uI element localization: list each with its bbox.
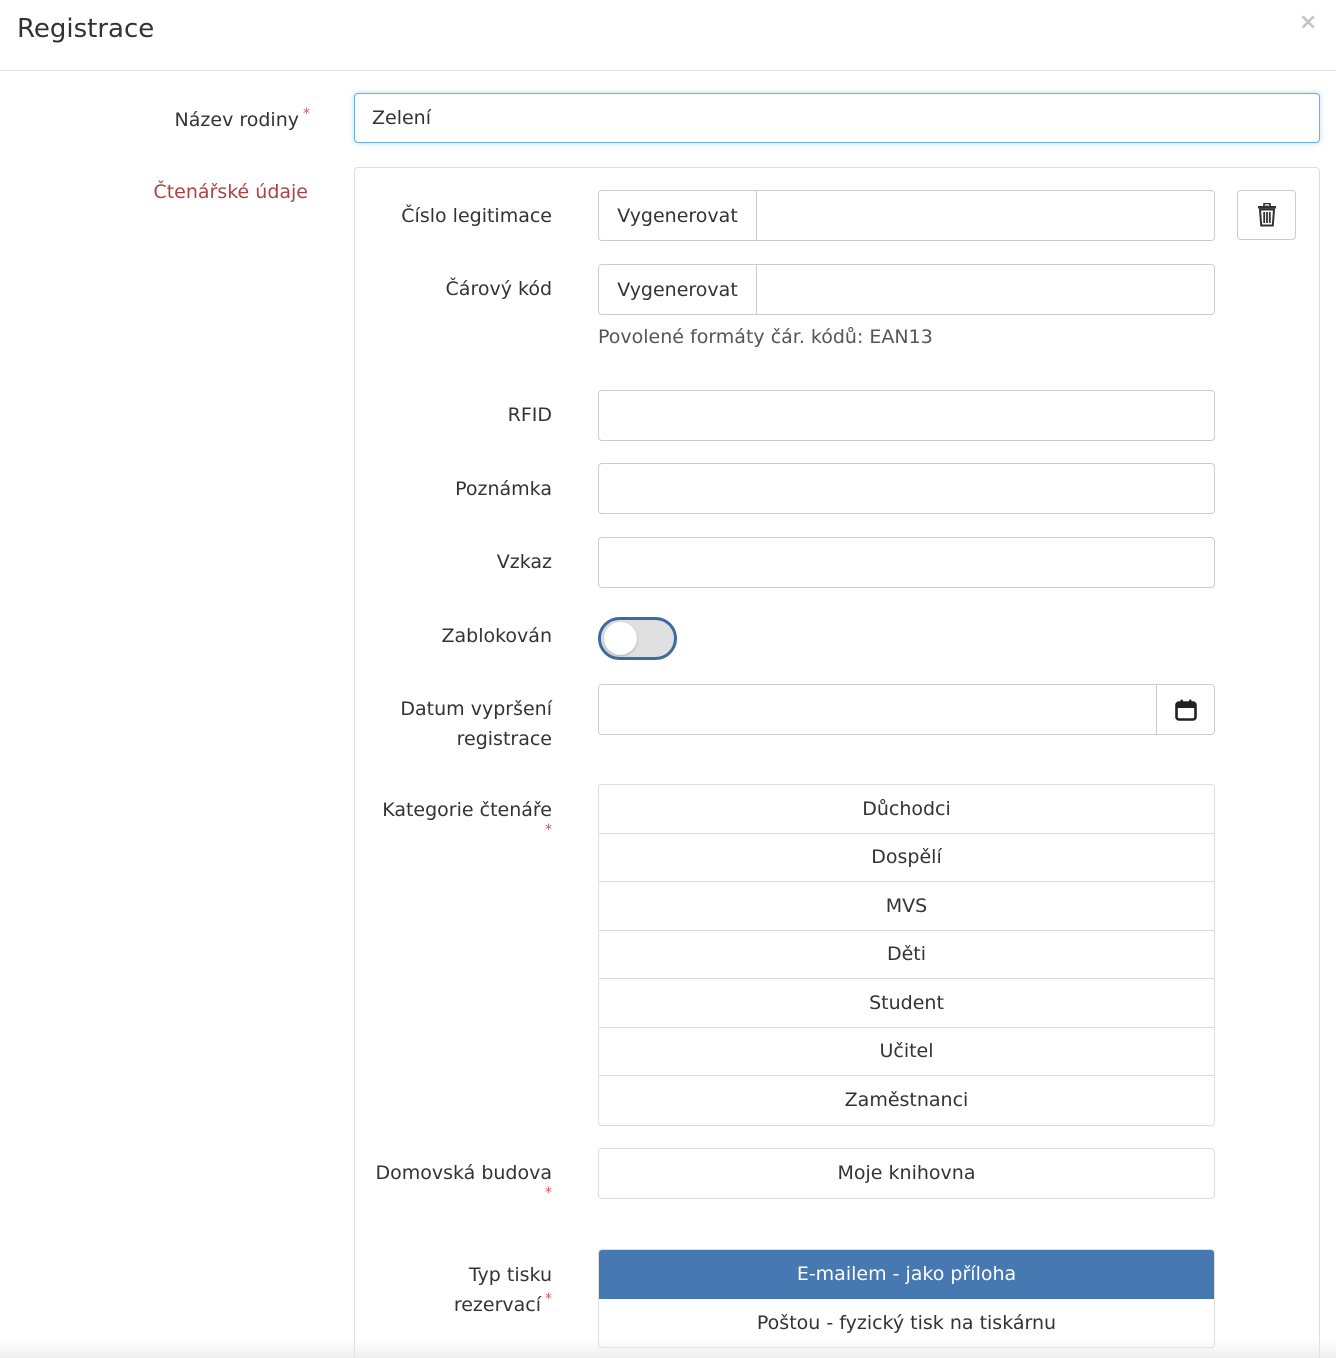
barcode-group: Vygenerovat	[598, 264, 1215, 315]
category-option[interactable]: Student	[599, 979, 1214, 1028]
home-building-label: Domovská budova *	[72, 1158, 552, 1201]
expiry-date-group	[598, 684, 1215, 735]
required-mark: *	[545, 1185, 552, 1201]
generate-barcode-button[interactable]: Vygenerovat	[599, 265, 757, 314]
barcode-label: Čárový kód	[445, 278, 552, 300]
barcode-help-text: Povolené formáty čár. kódů: EAN13	[598, 326, 933, 348]
calendar-icon	[1174, 699, 1197, 721]
modal-header: Registrace ×	[0, 0, 1336, 71]
building-option[interactable]: Moje knihovna	[599, 1149, 1214, 1198]
note-input[interactable]	[598, 463, 1215, 514]
required-mark: *	[545, 1291, 552, 1307]
toggle-knob	[604, 622, 637, 655]
category-option[interactable]: Důchodci	[599, 785, 1214, 834]
print-type-list: E-mailem - jako příloha Poštou - fyzický …	[598, 1249, 1215, 1348]
note-label: Poznámka	[455, 478, 552, 500]
barcode-input[interactable]	[757, 265, 1214, 314]
category-list: Důchodci Dospělí MVS Děti Student Učitel Zaměs…	[598, 784, 1215, 1126]
category-option[interactable]: Učitel	[599, 1028, 1214, 1076]
required-mark: *	[545, 822, 552, 838]
blocked-toggle[interactable]	[598, 617, 677, 660]
home-building-list: Moje knihovna	[598, 1148, 1215, 1199]
rfid-input[interactable]	[598, 390, 1215, 441]
card-number-label: Číslo legitimace	[401, 205, 552, 227]
card-number-input[interactable]	[757, 191, 1214, 240]
family-name-input[interactable]	[354, 93, 1320, 143]
print-type-label: Typ tisku rezervací *	[453, 1264, 552, 1316]
calendar-button[interactable]	[1156, 685, 1214, 734]
category-option[interactable]: Děti	[599, 931, 1214, 979]
generate-card-number-button[interactable]: Vygenerovat	[599, 191, 757, 240]
close-icon[interactable]: ×	[1299, 11, 1317, 35]
blocked-label: Zablokován	[441, 625, 552, 647]
message-input[interactable]	[598, 537, 1215, 588]
expiry-label: Datum vypršení registrace	[400, 698, 552, 750]
rfid-label: RFID	[507, 404, 552, 426]
category-label: Kategorie čtenáře *	[72, 795, 552, 838]
category-option[interactable]: Zaměstnanci	[599, 1076, 1214, 1125]
family-name-label: Název rodiny *	[174, 106, 310, 131]
modal-title: Registrace	[17, 14, 155, 44]
trash-icon	[1257, 203, 1276, 227]
message-label: Vzkaz	[496, 551, 552, 573]
delete-button[interactable]	[1237, 190, 1296, 240]
card-number-group: Vygenerovat	[598, 190, 1215, 241]
expiry-date-input[interactable]	[599, 685, 1156, 734]
required-mark: *	[303, 106, 310, 122]
print-type-option[interactable]: E-mailem - jako příloha	[599, 1250, 1214, 1299]
category-option[interactable]: MVS	[599, 882, 1214, 931]
print-type-option[interactable]: Poštou - fyzický tisk na tiskárnu	[599, 1299, 1214, 1348]
category-option[interactable]: Dospělí	[599, 834, 1214, 882]
